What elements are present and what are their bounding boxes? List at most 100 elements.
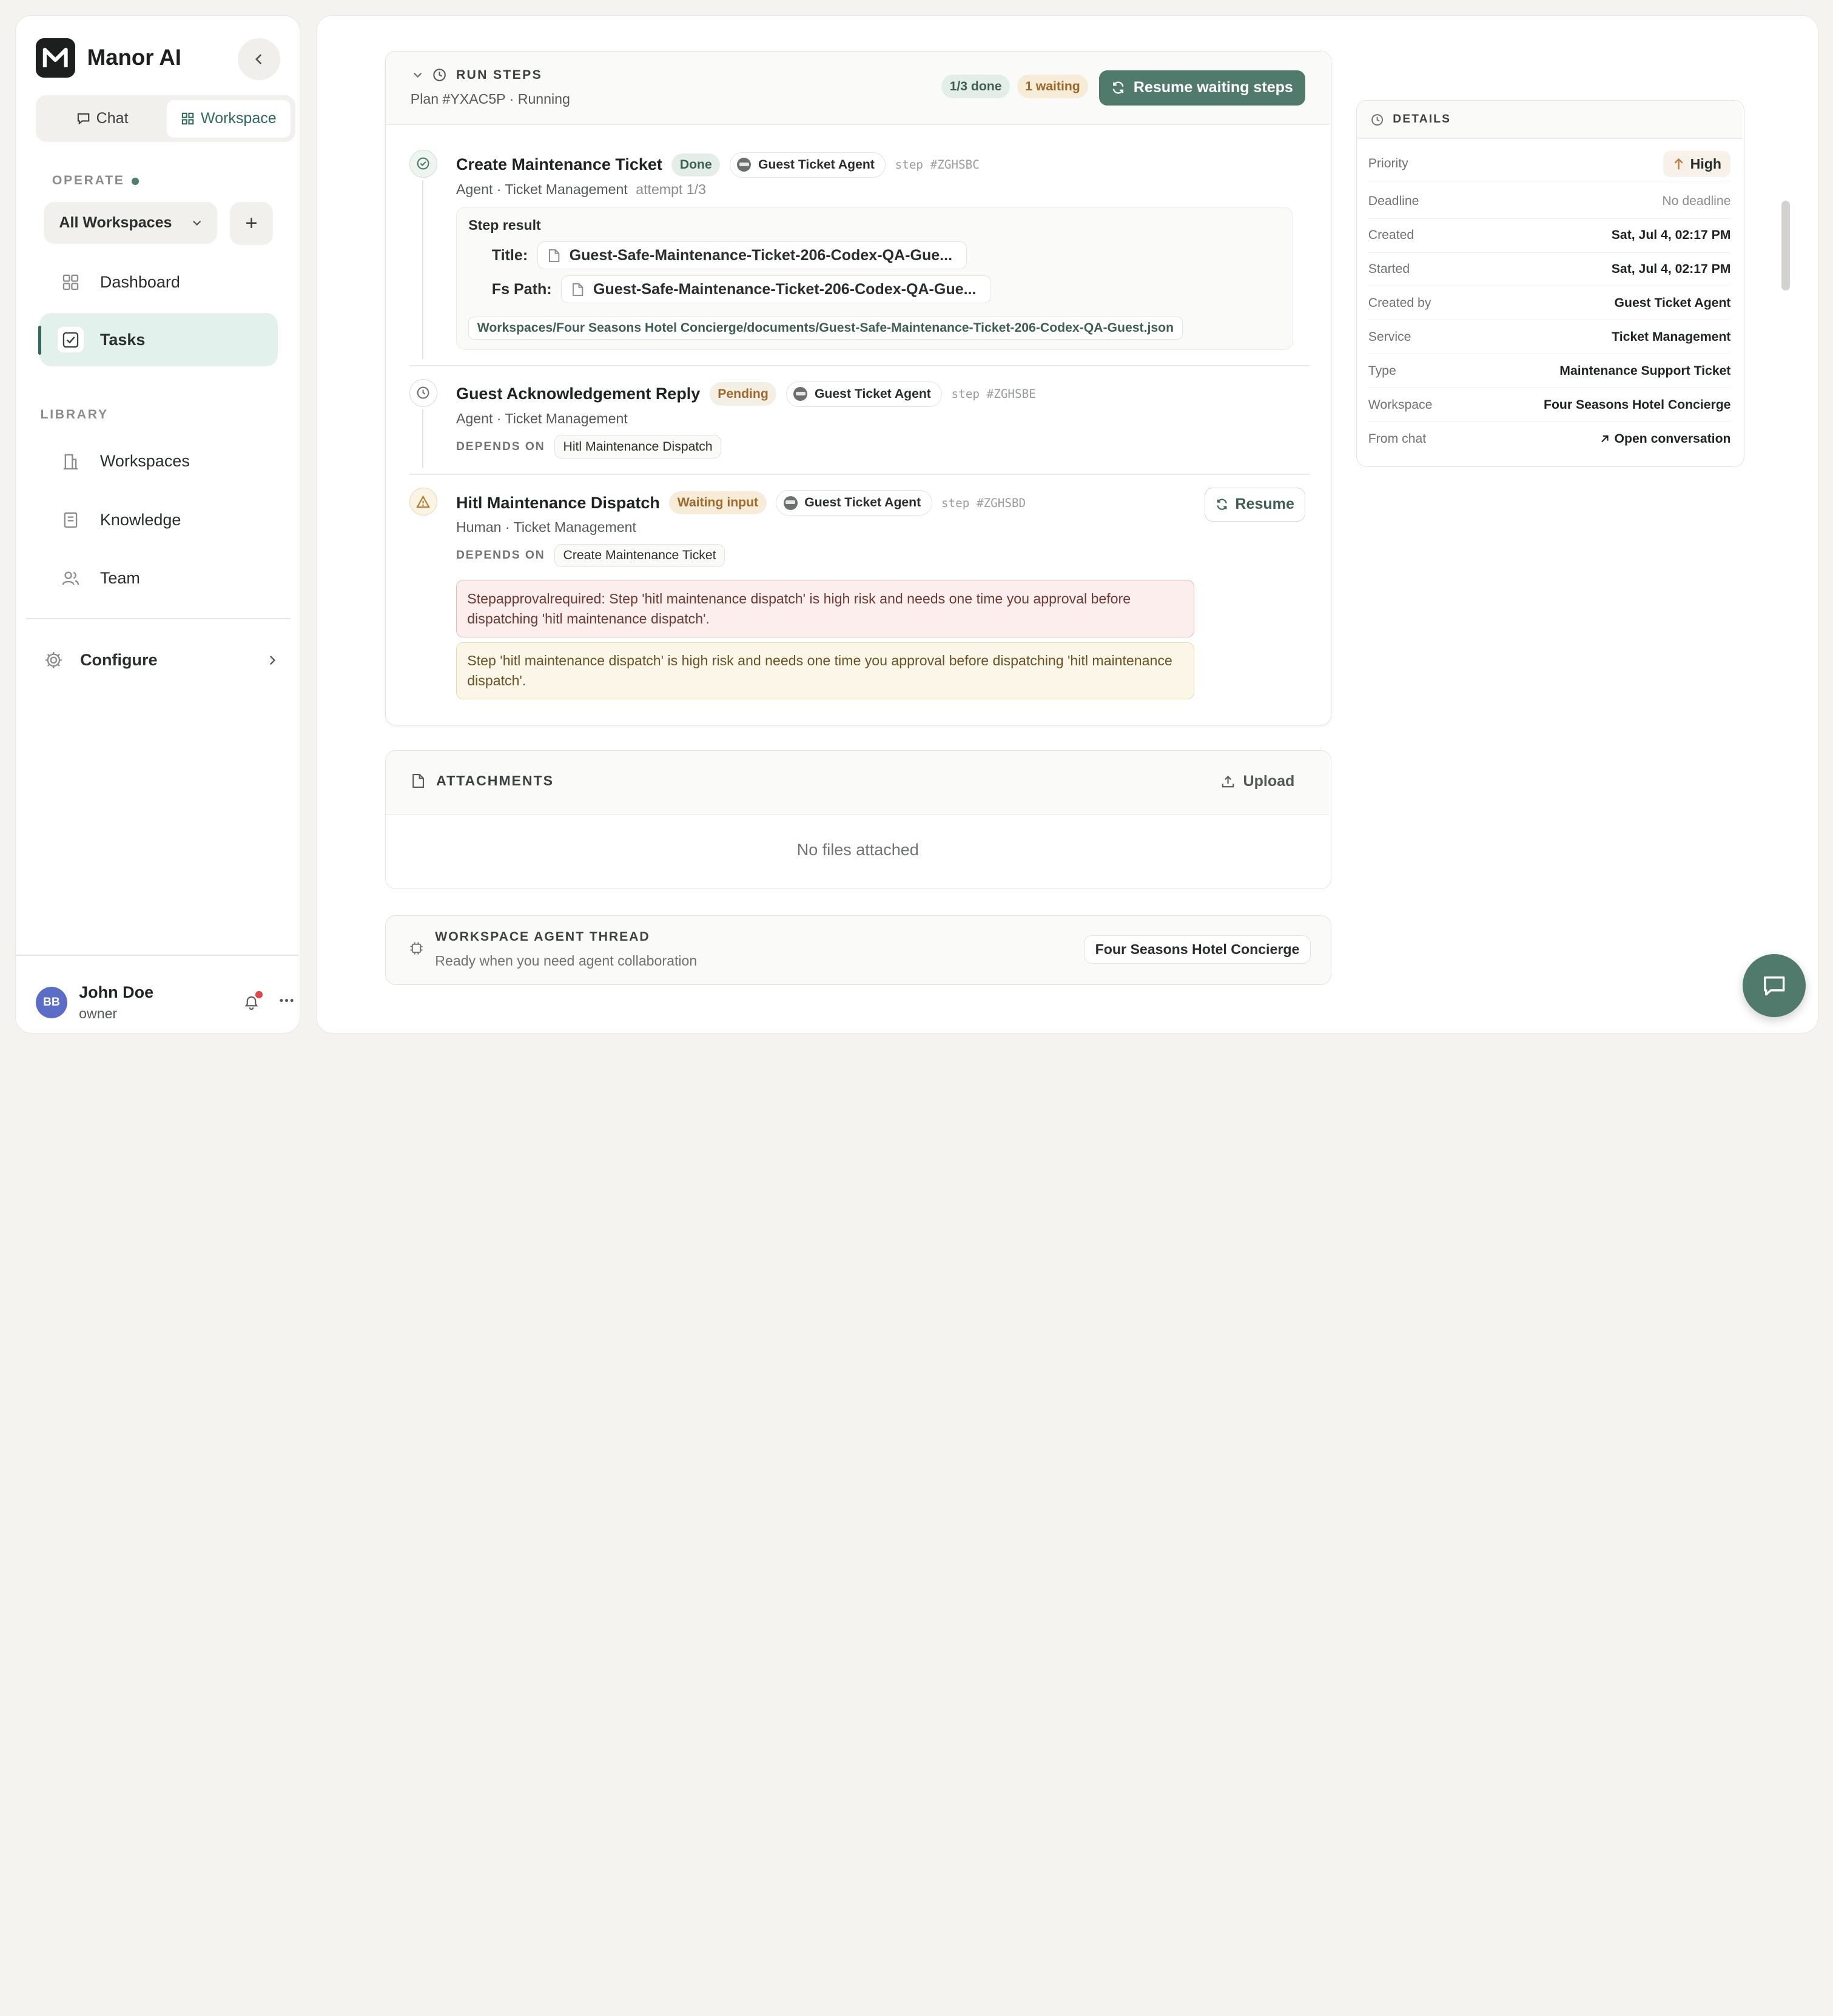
notifications-button[interactable] bbox=[244, 991, 263, 1015]
sidebar-divider bbox=[26, 617, 291, 619]
cpu-chip-icon bbox=[410, 942, 423, 955]
collapse-sidebar-button[interactable] bbox=[238, 38, 280, 81]
step-connector bbox=[422, 409, 423, 468]
run-steps-title[interactable]: RUN STEPS bbox=[412, 68, 542, 82]
chevron-right-icon bbox=[269, 655, 275, 665]
attachments-title: ATTACHMENTS bbox=[412, 773, 554, 789]
detail-value: Maintenance Support Ticket bbox=[1559, 363, 1731, 378]
full-path-link[interactable]: Workspaces/Four Seasons Hotel Concierge/… bbox=[468, 316, 1183, 340]
result-path-key: Fs Path: bbox=[491, 280, 552, 298]
nav-knowledge-label: Knowledge bbox=[99, 510, 181, 529]
result-title-key: Title: bbox=[491, 246, 528, 264]
detail-key: Priority bbox=[1368, 156, 1408, 171]
book-icon bbox=[58, 507, 83, 533]
depends-on: DEPENDS ON Hitl Maintenance Dispatch bbox=[456, 435, 722, 459]
dashboard-icon bbox=[58, 269, 83, 295]
chevron-down-icon bbox=[413, 73, 422, 78]
upload-button[interactable]: Upload bbox=[1221, 773, 1294, 790]
nav-team-label: Team bbox=[99, 568, 140, 587]
attachments-card: ATTACHMENTS Upload No files attached bbox=[385, 750, 1332, 890]
step-title[interactable]: Create Maintenance Ticket bbox=[456, 155, 662, 174]
operate-label: OPERATE bbox=[52, 173, 125, 188]
workspace-agent-thread-card[interactable]: WORKSPACE AGENT THREAD Ready when you ne… bbox=[385, 915, 1332, 986]
brand[interactable]: Manor AI bbox=[35, 38, 181, 78]
status-badge: Pending bbox=[709, 382, 777, 406]
detail-value: No deadline bbox=[1662, 194, 1731, 209]
detail-row-from-chat: From chat Open conversation bbox=[1368, 422, 1731, 456]
nav-knowledge[interactable]: Knowledge bbox=[39, 493, 278, 547]
resume-step-label: Resume bbox=[1235, 496, 1294, 513]
attachments-title-text: ATTACHMENTS bbox=[436, 773, 554, 789]
detail-row-started: Started Sat, Jul 4, 02:17 PM bbox=[1368, 253, 1731, 287]
more-horizontal-icon bbox=[280, 998, 294, 1002]
agent-avatar-icon bbox=[737, 158, 752, 172]
nav-workspaces[interactable]: Workspaces bbox=[39, 434, 278, 488]
agent-name: Guest Ticket Agent bbox=[758, 157, 875, 172]
step-title[interactable]: Guest Acknowledgement Reply bbox=[456, 385, 700, 403]
result-title-file-chip[interactable]: Guest-Safe-Maintenance-Ticket-206-Codex-… bbox=[537, 241, 967, 270]
step-title[interactable]: Hitl Maintenance Dispatch bbox=[456, 494, 660, 512]
refresh-icon bbox=[1112, 81, 1124, 94]
detail-row-service: Service Ticket Management bbox=[1368, 320, 1731, 355]
step-title-row: Create Maintenance Ticket Done Guest Tic… bbox=[456, 152, 980, 178]
app-root: Manor AI Chat Workspace OPERATE All Work… bbox=[0, 0, 1833, 1047]
library-section-label: LIBRARY bbox=[40, 407, 109, 422]
user-profile: BB John Doe owner bbox=[35, 973, 294, 1032]
step-meta-text: Agent · Ticket Management bbox=[456, 181, 628, 197]
open-conversation-link[interactable]: Open conversation bbox=[1600, 432, 1730, 446]
nav-dashboard[interactable]: Dashboard bbox=[39, 255, 278, 309]
depends-on-label: DEPENDS ON bbox=[456, 440, 545, 453]
step-id: step #ZGHSBC bbox=[895, 158, 980, 172]
step-id: step #ZGHSBD bbox=[941, 496, 1026, 510]
scrollbar-thumb[interactable] bbox=[1781, 200, 1790, 291]
details-header: DETAILS bbox=[1356, 100, 1743, 139]
priority-badge[interactable]: High bbox=[1663, 151, 1731, 177]
dependency-chip[interactable]: Hitl Maintenance Dispatch bbox=[554, 435, 722, 459]
agent-avatar-icon bbox=[783, 496, 798, 510]
agent-chip[interactable]: Guest Ticket Agent bbox=[729, 152, 886, 178]
mode-workspace-button[interactable]: Workspace bbox=[166, 99, 291, 138]
nav-tasks[interactable]: Tasks bbox=[38, 312, 278, 367]
workspace-select[interactable]: All Workspaces bbox=[44, 201, 217, 244]
result-path-file-chip[interactable]: Guest-Safe-Maintenance-Ticket-206-Codex-… bbox=[561, 275, 991, 304]
mode-chat-button[interactable]: Chat bbox=[41, 100, 164, 138]
result-path-value: Guest-Safe-Maintenance-Ticket-206-Codex-… bbox=[593, 280, 977, 298]
workspace-select-value: All Workspaces bbox=[59, 213, 172, 231]
thread-workspace-chip[interactable]: Four Seasons Hotel Concierge bbox=[1084, 935, 1311, 964]
dependency-chip[interactable]: Create Maintenance Ticket bbox=[554, 543, 725, 568]
detail-key: Type bbox=[1368, 363, 1396, 378]
depends-on: DEPENDS ON Create Maintenance Ticket bbox=[456, 543, 725, 568]
details-title: DETAILS bbox=[1393, 113, 1451, 126]
avatar[interactable]: BB bbox=[35, 987, 67, 1019]
open-chat-button[interactable] bbox=[1742, 954, 1806, 1018]
result-path-row: Fs Path: Guest-Safe-Maintenance-Ticket-2… bbox=[491, 275, 991, 304]
detail-key: Started bbox=[1368, 261, 1410, 276]
nav-team[interactable]: Team bbox=[39, 551, 278, 605]
add-workspace-button[interactable]: + bbox=[229, 201, 274, 245]
nav-dashboard-label: Dashboard bbox=[99, 273, 180, 292]
run-progress-pills: 1/3 done 1 waiting bbox=[941, 75, 1089, 98]
detail-key: Created by bbox=[1368, 295, 1431, 310]
resume-waiting-steps-button[interactable]: Resume waiting steps bbox=[1099, 70, 1305, 106]
clock-icon bbox=[433, 69, 446, 82]
user-role: owner bbox=[79, 1006, 118, 1022]
attempt-count: attempt 1/3 bbox=[636, 181, 706, 197]
run-steps-header: RUN STEPS Plan #YXAC5P · Running 1/3 don… bbox=[386, 51, 1330, 126]
building-icon bbox=[58, 448, 83, 474]
detail-value: Sat, Jul 4, 02:17 PM bbox=[1611, 261, 1731, 276]
agent-chip[interactable]: Guest Ticket Agent bbox=[785, 381, 943, 407]
detail-key: Deadline bbox=[1368, 194, 1419, 209]
arrow-up-right-icon bbox=[1601, 435, 1609, 443]
detail-value: Ticket Management bbox=[1612, 329, 1731, 344]
priority-value: High bbox=[1690, 155, 1722, 172]
step-done-icon bbox=[409, 149, 438, 178]
nav-configure[interactable]: Configure bbox=[39, 642, 278, 679]
chevron-down-icon bbox=[193, 220, 201, 226]
operate-section-label: OPERATE bbox=[52, 173, 139, 188]
agent-chip[interactable]: Guest Ticket Agent bbox=[776, 489, 932, 516]
mode-chat-label: Chat bbox=[96, 110, 129, 127]
thread-subtitle: Ready when you need agent collaboration bbox=[435, 953, 698, 969]
resume-step-button[interactable]: Resume bbox=[1204, 488, 1305, 522]
more-options-button[interactable] bbox=[279, 993, 294, 1012]
step-title-row: Guest Acknowledgement Reply Pending Gues… bbox=[456, 381, 1036, 407]
